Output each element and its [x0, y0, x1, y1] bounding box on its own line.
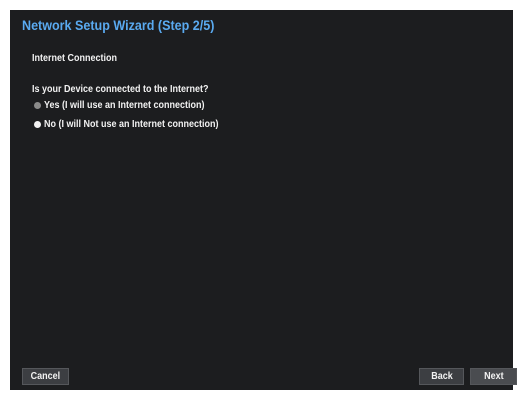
next-button-label: Next: [483, 371, 504, 382]
wizard-window: Network Setup Wizard (Step 2/5) Internet…: [10, 10, 517, 390]
cancel-button[interactable]: Cancel: [22, 368, 69, 385]
question-text: Is your Device connected to the Internet…: [32, 84, 209, 95]
radio-option-no[interactable]: No (I will Not use an Internet connectio…: [34, 118, 238, 130]
cancel-button-label: Cancel: [30, 371, 61, 382]
next-button[interactable]: Next: [470, 368, 517, 385]
back-button-label: Back: [430, 371, 453, 382]
radio-option-yes-label: Yes (I will use an Internet connection): [44, 99, 205, 111]
back-button[interactable]: Back: [419, 368, 464, 385]
section-label: Internet Connection: [32, 53, 118, 64]
radio-selected-icon[interactable]: [34, 120, 41, 128]
radio-option-no-label: No (I will Not use an Internet connectio…: [44, 118, 219, 130]
radio-unselected-icon[interactable]: [34, 101, 41, 109]
wizard-title: Network Setup Wizard (Step 2/5): [22, 18, 215, 33]
radio-option-yes[interactable]: Yes (I will use an Internet connection): [34, 99, 222, 111]
